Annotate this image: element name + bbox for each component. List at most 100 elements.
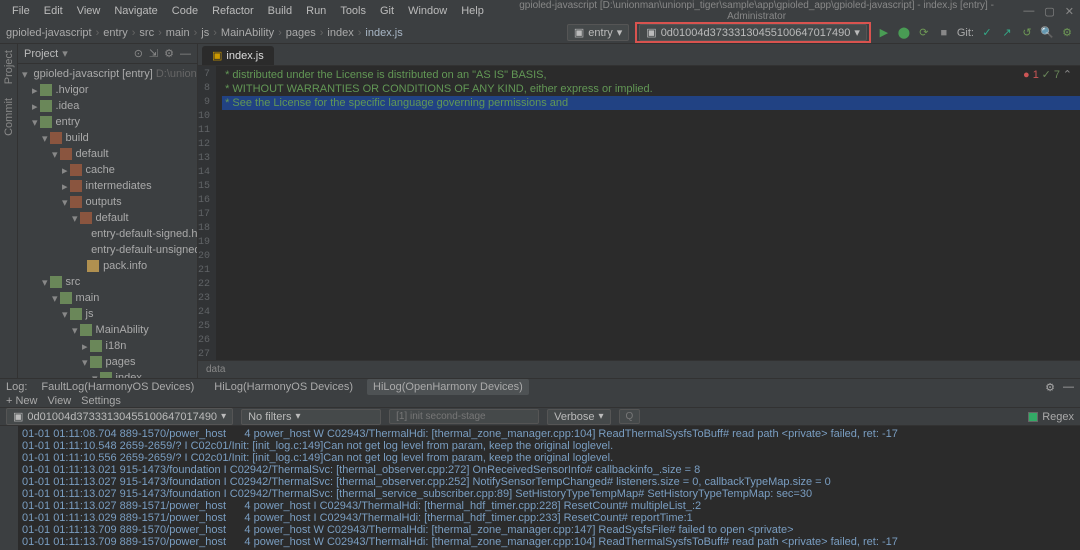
debug-icon[interactable]: ⬤ [897,26,911,40]
menu-navigate[interactable]: Navigate [108,3,163,19]
menu-tools[interactable]: Tools [334,3,372,19]
select-opened-icon[interactable]: ⊙ [134,47,143,60]
minimize-icon[interactable]: — [1023,5,1034,18]
crumb-segment[interactable]: index [327,27,353,39]
tree-node[interactable]: ▾default [18,210,197,226]
log-view-button[interactable]: View [48,395,72,407]
run-icon[interactable]: ▶ [877,26,891,40]
tree-node[interactable]: ▾pages [18,354,197,370]
log-line[interactable]: 01-01 01:11:13.027 889-1571/power_host 4… [22,500,1076,512]
editor-tabs: ▣ index.js [198,44,1080,66]
tree-node[interactable]: ▾index [18,370,197,378]
crumb-segment[interactable]: js [201,27,209,39]
log-line[interactable]: 01-01 01:11:13.709 889-1570/power_host 4… [22,536,1076,548]
close-icon[interactable]: ✕ [1065,5,1074,18]
inspection-widget[interactable]: ● 1 ✓ 7 ⌃ [1023,68,1072,81]
tree-node[interactable]: ▾outputs [18,194,197,210]
tree-node[interactable]: ▾main [18,290,197,306]
git-push-icon[interactable]: ↗ [1000,26,1014,40]
gear-icon[interactable]: ⚙ [1045,381,1055,394]
collapse-icon[interactable]: ⇲ [149,47,158,60]
tree-node[interactable]: pack.info [18,258,197,274]
log-line[interactable]: 01-01 01:11:13.029 889-1571/power_host 4… [22,512,1076,524]
tree-node[interactable]: ▸i18n [18,338,197,354]
tree-node[interactable]: ▸.idea [18,98,197,114]
tree-node[interactable]: ▾src [18,274,197,290]
menu-edit[interactable]: Edit [38,3,69,19]
code-line[interactable]: * See the License for the specific langu… [222,96,1080,110]
tree-node[interactable]: entry-default-signed.hap [18,226,197,242]
log-line[interactable]: 01-01 01:11:10.548 2659-2659/? I C02c01/… [22,440,1076,452]
menu-refactor[interactable]: Refactor [206,3,260,19]
log-line[interactable]: 01-01 01:11:13.021 915-1473/foundation I… [22,464,1076,476]
folder-d-icon [70,196,82,208]
gear-icon[interactable]: ⚙ [164,47,174,60]
maximize-icon[interactable]: ▢ [1044,5,1054,18]
menu-run[interactable]: Run [300,3,332,19]
stop-icon[interactable]: ■ [937,26,951,40]
git-history-icon[interactable]: ↺ [1020,26,1034,40]
coverage-icon[interactable]: ⟳ [917,26,931,40]
regex-toggle[interactable]: Regex [1028,411,1074,423]
tree-node[interactable]: ▾entry [18,114,197,130]
menu-code[interactable]: Code [166,3,204,19]
log-line[interactable]: 01-01 01:11:13.027 915-1473/foundation I… [22,476,1076,488]
crumb-segment[interactable]: gpioled-javascript [6,27,92,39]
log-device-selector[interactable]: ▣ 0d01004d37333130455100647017490 ▾ [6,408,233,425]
tree-node[interactable]: ▾gpioled-javascript [entry] D:\unionman\… [18,66,197,82]
menu-help[interactable]: Help [455,3,490,19]
git-pull-icon[interactable]: ✓ [980,26,994,40]
log-tab-faultlog[interactable]: FaultLog(HarmonyOS Devices) [35,379,200,395]
log-settings-button[interactable]: Settings [81,395,121,407]
log-line[interactable]: 01-01 01:11:08.704 889-1570/power_host 4… [22,428,1076,440]
twisty-icon: ▾ [72,324,78,337]
editor-breadcrumb[interactable]: data [198,360,1080,378]
log-line[interactable]: 01-01 01:11:13.709 889-1570/power_host 4… [22,524,1076,536]
crumb-segment[interactable]: pages [286,27,316,39]
menu-file[interactable]: File [6,3,36,19]
log-line[interactable]: 01-01 01:11:13.027 915-1473/foundation I… [22,488,1076,500]
folder-icon [40,100,52,112]
settings-icon[interactable]: ⚙ [1060,26,1074,40]
log-level-selector[interactable]: Verbose ▾ [547,409,610,425]
log-new-button[interactable]: + New [6,395,38,407]
chevron-down-icon[interactable]: ▾ [62,47,68,60]
log-filter-selector[interactable]: No filters ▾ [241,409,381,425]
crumb-segment[interactable]: main [166,27,190,39]
tree-node[interactable]: ▸intermediates [18,178,197,194]
code-line[interactable]: * WITHOUT WARRANTIES OR CONDITIONS OF AN… [222,82,1080,96]
tree-node[interactable]: ▾js [18,306,197,322]
project-tree[interactable]: ▾gpioled-javascript [entry] D:\unionman\… [18,64,197,378]
code-content[interactable]: * distributed under the License is distr… [216,66,1080,360]
commit-tool-tab[interactable]: Commit [3,98,15,136]
crumb-segment[interactable]: entry [103,27,127,39]
tree-node[interactable]: ▸cache [18,162,197,178]
crumb-segment[interactable]: src [139,27,154,39]
crumb-segment[interactable]: MainAbility [221,27,274,39]
tree-node[interactable]: ▾build [18,130,197,146]
device-selector[interactable]: ▣ 0d01004d37333130455100647017490 ▾ [639,24,867,41]
editor-tab-index-js[interactable]: ▣ index.js [202,46,274,65]
project-tool-tab[interactable]: Project [3,50,15,84]
menu-git[interactable]: Git [374,3,400,19]
menu-view[interactable]: View [71,3,107,19]
log-tab-hilog-open[interactable]: HiLog(OpenHarmony Devices) [367,379,529,395]
crumb-segment[interactable]: index.js [365,27,402,39]
tree-node[interactable]: ▾MainAbility [18,322,197,338]
tree-node[interactable]: ▾default [18,146,197,162]
log-output[interactable]: 01-01 01:11:08.704 889-1570/power_host 4… [18,426,1080,550]
log-tab-hilog-harmony[interactable]: HiLog(HarmonyOS Devices) [208,379,359,395]
menu-build[interactable]: Build [262,3,298,19]
run-config-selector[interactable]: ▣ entry ▾ [567,24,629,41]
code-editor[interactable]: 7891011121314151617181920212223242526272… [198,66,1080,360]
menu-window[interactable]: Window [402,3,453,19]
hide-icon[interactable]: — [180,48,191,60]
log-search-input[interactable]: Q [619,409,641,424]
tree-node[interactable]: entry-default-unsigned.hap [18,242,197,258]
search-icon[interactable]: 🔍 [1040,26,1054,40]
log-line[interactable]: 01-01 01:11:10.556 2659-2659/? I C02c01/… [22,452,1076,464]
log-process-input[interactable]: [1] init second-stage [389,409,539,424]
tree-node[interactable]: ▸.hvigor [18,82,197,98]
hide-icon[interactable]: — [1063,381,1074,393]
code-line[interactable]: * distributed under the License is distr… [222,68,1080,82]
